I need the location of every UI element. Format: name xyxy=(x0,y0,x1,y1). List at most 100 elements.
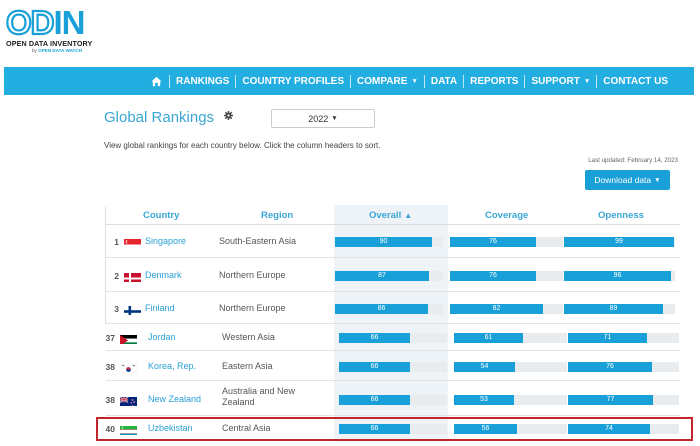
openness-score-value: 89 xyxy=(564,304,663,314)
openness-score-value: 76 xyxy=(568,362,652,372)
logo-subtitle: OPEN DATA INVENTORY xyxy=(6,39,93,48)
country-link[interactable]: Jordan xyxy=(148,332,176,342)
overall-score-value: 66 xyxy=(339,333,410,343)
header-region[interactable]: Region xyxy=(261,210,293,221)
coverage-score-bar: 82 xyxy=(450,304,563,314)
nav-item-reports[interactable]: REPORTS xyxy=(464,76,524,87)
highlighted-row-frame xyxy=(96,417,693,441)
nav-item-label: DATA xyxy=(430,75,458,87)
region-text: Australia and New Zealand xyxy=(222,386,296,407)
row-divider xyxy=(106,380,680,381)
header-country[interactable]: Country xyxy=(143,210,179,221)
page-title: Global Rankings xyxy=(104,109,215,126)
nav-item-compare[interactable]: COMPARE ▼ xyxy=(351,76,424,87)
overall-score-bar: 90 xyxy=(335,237,443,247)
table-row[interactable]: 38 Korea, Rep. Eastern Asia 66 54 76 xyxy=(0,353,700,381)
coverage-score-value: 76 xyxy=(450,237,536,247)
region-text: South-Eastern Asia xyxy=(219,236,297,246)
coverage-score-bar: 53 xyxy=(454,395,567,405)
header-overall[interactable]: Overall ▲ xyxy=(369,210,412,221)
overall-score-value: 66 xyxy=(339,362,410,372)
chevron-down-icon: ▼ xyxy=(654,176,661,184)
country-link[interactable]: Finland xyxy=(145,303,175,313)
download-data-button[interactable]: Download data ▼ xyxy=(585,170,670,190)
region-text: Western Asia xyxy=(222,332,275,342)
main-navbar: RANKINGS COUNTRY PROFILES COMPARE ▼ DATA REPO… xyxy=(4,67,694,95)
rank-number: 38 xyxy=(105,362,115,372)
openness-score-bar: 71 xyxy=(568,333,679,343)
coverage-score-value: 54 xyxy=(454,362,515,372)
header-divider xyxy=(105,224,680,225)
header-openness[interactable]: Openness xyxy=(598,210,644,221)
download-data-label: Download data xyxy=(594,175,652,185)
nav-item-label: COUNTRY PROFILES xyxy=(242,75,345,87)
coverage-score-bar: 61 xyxy=(454,333,567,343)
overall-score-value: 86 xyxy=(335,304,428,314)
nav-item-label: RANKINGS xyxy=(176,75,230,87)
nav-item-label: REPORTS xyxy=(470,75,519,87)
overall-score-bar: 66 xyxy=(339,362,447,372)
header-coverage[interactable]: Coverage xyxy=(485,210,528,221)
country-link[interactable]: Singapore xyxy=(145,236,186,246)
table-row[interactable]: 38 New Zealand Australia and New Zealand 66… xyxy=(0,383,700,416)
gear-icon[interactable] xyxy=(224,111,233,120)
chevron-down-icon: ▼ xyxy=(583,77,591,85)
coverage-score-bar: 76 xyxy=(450,237,563,247)
overall-score-value: 66 xyxy=(339,395,410,405)
nav-item-rankings[interactable]: RANKINGS xyxy=(170,76,235,87)
overall-score-value: 87 xyxy=(335,271,429,281)
table-row[interactable]: 2 Denmark Northern Europe 87 76 96 xyxy=(0,260,700,292)
korea-flag-icon xyxy=(120,362,137,373)
openness-score-bar: 89 xyxy=(564,304,675,314)
coverage-score-value: 76 xyxy=(450,271,536,281)
coverage-score-value: 53 xyxy=(454,395,514,405)
rank-number: 1 xyxy=(114,237,119,247)
intro-text: View global rankings for each country be… xyxy=(104,141,381,150)
logo-mark-outline: OD xyxy=(5,4,56,41)
chevron-down-icon: ▼ xyxy=(411,77,418,85)
odin-logo[interactable]: ODIN OPEN DATA INVENTORY by OPEN DATA WA… xyxy=(5,4,116,53)
rank-number: 38 xyxy=(105,395,115,405)
nav-item-label: COMPARE xyxy=(357,75,408,87)
country-link[interactable]: Korea, Rep. xyxy=(148,361,196,371)
year-select[interactable]: 2022 ▼ xyxy=(271,109,375,128)
coverage-score-value: 61 xyxy=(454,333,523,343)
home-icon xyxy=(151,76,162,86)
overall-score-bar: 87 xyxy=(335,271,443,281)
logo-mark: ODIN xyxy=(5,4,86,41)
row-divider xyxy=(106,257,680,258)
year-value: 2022 xyxy=(308,113,329,124)
singapore-flag-icon xyxy=(124,237,141,248)
logo-mark-solid: IN xyxy=(53,4,86,41)
nav-home-link[interactable] xyxy=(145,76,169,87)
nav-item-support[interactable]: SUPPORT ▼ xyxy=(525,76,596,87)
country-link[interactable]: New Zealand xyxy=(148,394,201,404)
openness-score-value: 99 xyxy=(564,237,674,247)
chevron-down-icon: ▼ xyxy=(331,115,338,122)
sort-asc-icon: ▲ xyxy=(404,211,413,220)
row-divider xyxy=(106,350,680,351)
table-row[interactable]: 3 Finland Northern Europe 86 82 89 xyxy=(0,294,700,324)
openness-score-bar: 99 xyxy=(564,237,675,247)
openness-score-bar: 77 xyxy=(568,395,679,405)
jordan-flag-icon xyxy=(120,333,137,344)
overall-score-value: 90 xyxy=(335,237,432,247)
nav-item-contact-us[interactable]: CONTACT US xyxy=(597,76,674,87)
region-text: Eastern Asia xyxy=(222,361,273,371)
nav-item-country-profiles[interactable]: COUNTRY PROFILES xyxy=(236,76,350,87)
logo-byline: by OPEN DATA WATCH xyxy=(32,48,82,53)
nav-items: RANKINGS COUNTRY PROFILES COMPARE ▼ DATA REPO… xyxy=(145,67,674,95)
openness-score-value: 96 xyxy=(564,271,671,281)
denmark-flag-icon xyxy=(124,271,141,282)
overall-score-bar: 66 xyxy=(339,395,447,405)
overall-score-bar: 86 xyxy=(335,304,443,314)
rank-number: 37 xyxy=(105,333,115,343)
table-row[interactable]: 37 Jordan Western Asia 66 61 71 xyxy=(0,325,700,351)
overall-score-bar: 66 xyxy=(339,333,447,343)
nav-item-data[interactable]: DATA xyxy=(425,76,463,87)
table-row[interactable]: 1 Singapore South-Eastern Asia 90 76 99 xyxy=(0,226,700,258)
region-text: Northern Europe xyxy=(219,270,286,280)
openness-score-bar: 96 xyxy=(564,271,675,281)
country-link[interactable]: Denmark xyxy=(145,270,182,280)
openness-score-value: 77 xyxy=(568,395,653,405)
